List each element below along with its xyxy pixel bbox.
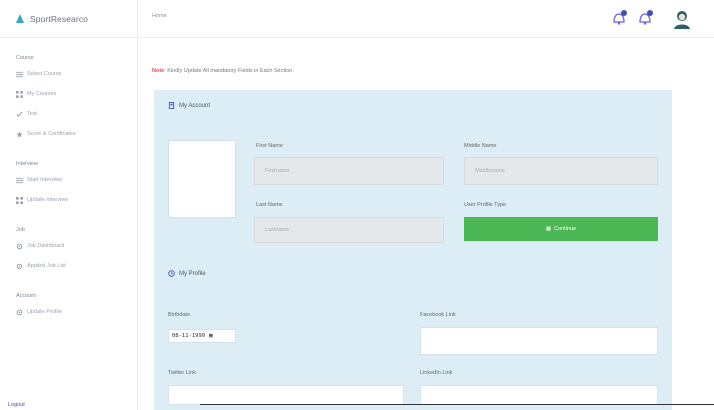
linkedin-label: LinkedIn Link <box>420 370 453 376</box>
badge <box>647 10 653 16</box>
sidebar-item-label: Applied Job List <box>27 263 66 269</box>
sidebar-item-my-courses[interactable]: My Courses <box>0 84 137 104</box>
first-name-placeholder: Firstname <box>265 168 290 174</box>
nav-group-job: Job Job Dashboard Applied Job List <box>0 224 137 276</box>
birthday-label: Birthdate <box>168 312 191 318</box>
gear-icon <box>16 243 23 250</box>
nav-group-title: Account <box>16 293 36 299</box>
check-icon <box>16 111 23 118</box>
calendar-icon[interactable]: ▦ <box>209 333 212 339</box>
sidebar-item-label: My Courses <box>27 91 57 97</box>
sidebar: SportResearco Course Select Course My Co… <box>0 0 138 410</box>
list-icon <box>16 177 23 184</box>
sidebar-item-test[interactable]: Test <box>0 104 137 124</box>
middle-name-placeholder: Middlename <box>475 168 505 174</box>
middle-name-label: Middle Name <box>464 143 497 149</box>
gear-icon <box>16 309 23 316</box>
nav-group-title: Course <box>16 55 34 61</box>
user-type-label: User Profile Type <box>464 202 507 208</box>
continue-icon: ▦ <box>545 226 552 232</box>
gear-icon <box>16 263 23 270</box>
list-icon <box>16 71 23 78</box>
sidebar-item-update-profile[interactable]: Update Profile <box>0 302 137 322</box>
middle-name-field[interactable]: Middlename <box>464 157 658 185</box>
divider <box>200 404 714 405</box>
star-icon <box>16 130 23 138</box>
sidebar-item-select-course[interactable]: Select Course <box>0 64 137 84</box>
first-name-label: First Name <box>256 143 283 149</box>
topbar: Home <box>139 0 714 38</box>
sidebar-item-label: Score & Certificates <box>27 131 76 137</box>
note-prefix: Note <box>152 68 165 74</box>
mandatory-note: Note: Kindly Update All mandatory Fields… <box>152 68 294 74</box>
sidebar-item-update-interview[interactable]: Update Interview <box>0 190 137 210</box>
my-account-heading: My Account <box>168 102 210 109</box>
message-icon[interactable] <box>637 10 653 26</box>
brand-name: SportResearco <box>30 13 88 24</box>
sidebar-item-start-interview[interactable]: Start Interview <box>0 170 137 190</box>
logout-link[interactable]: Logout <box>8 402 25 408</box>
breadcrumb[interactable]: Home <box>152 13 167 19</box>
section-title: My Account <box>179 102 211 109</box>
continue-button[interactable]: ▦ Continue <box>464 217 658 241</box>
avatar[interactable] <box>673 9 691 29</box>
sidebar-item-label: Start Interview <box>27 177 63 183</box>
sidebar-item-score-certificates[interactable]: Score & Certificates <box>0 124 137 144</box>
birthday-field[interactable]: 08-11-1999 ▦ <box>168 329 236 343</box>
nav-group-interview: Interview Start Interview Update Intervi… <box>0 158 137 210</box>
sidebar-item-label: Test <box>27 111 38 117</box>
last-name-field[interactable]: Lastname <box>254 217 444 243</box>
nav-group-title: Job <box>16 227 25 233</box>
section-title: My Profile <box>179 270 206 277</box>
linkedin-field[interactable] <box>420 385 658 405</box>
clock-icon <box>168 270 175 277</box>
sidebar-item-job-dashboard[interactable]: Job Dashboard <box>0 236 137 256</box>
notification-icon[interactable] <box>611 10 627 26</box>
nav-group-title: Interview <box>16 161 39 167</box>
sidebar-item-label: Update Profile <box>27 309 62 315</box>
last-name-label: Last Name <box>256 202 283 208</box>
badge <box>621 10 627 16</box>
nav-group-account: Account Update Profile <box>0 290 137 322</box>
birthday-value: 08-11-1999 <box>172 333 206 339</box>
profile-photo-box[interactable] <box>168 140 236 218</box>
facebook-field[interactable] <box>420 327 658 355</box>
logo-icon <box>16 14 25 23</box>
my-profile-heading: My Profile <box>168 270 206 277</box>
account-panel <box>154 90 672 410</box>
twitter-field[interactable] <box>168 385 404 405</box>
user-icon <box>168 102 175 109</box>
facebook-label: Facebook Link <box>420 312 456 318</box>
sidebar-item-label: Update Interview <box>27 197 69 203</box>
last-name-placeholder: Lastname <box>265 227 290 233</box>
brand[interactable]: SportResearco <box>0 0 137 38</box>
first-name-field[interactable]: Firstname <box>254 157 444 185</box>
grid-icon <box>16 90 23 98</box>
sidebar-item-label: Select Course <box>27 71 62 77</box>
nav-group-course: Course Select Course My Courses Test Sco… <box>0 52 137 144</box>
note-text: : Kindly Update All mandatory Fields in … <box>164 68 294 74</box>
sidebar-item-label: Job Dashboard <box>27 243 65 249</box>
grid-icon <box>16 196 23 204</box>
continue-label: Continue <box>554 226 577 232</box>
twitter-label: Twitter Link <box>168 370 196 376</box>
sidebar-item-applied-job-list[interactable]: Applied Job List <box>0 256 137 276</box>
